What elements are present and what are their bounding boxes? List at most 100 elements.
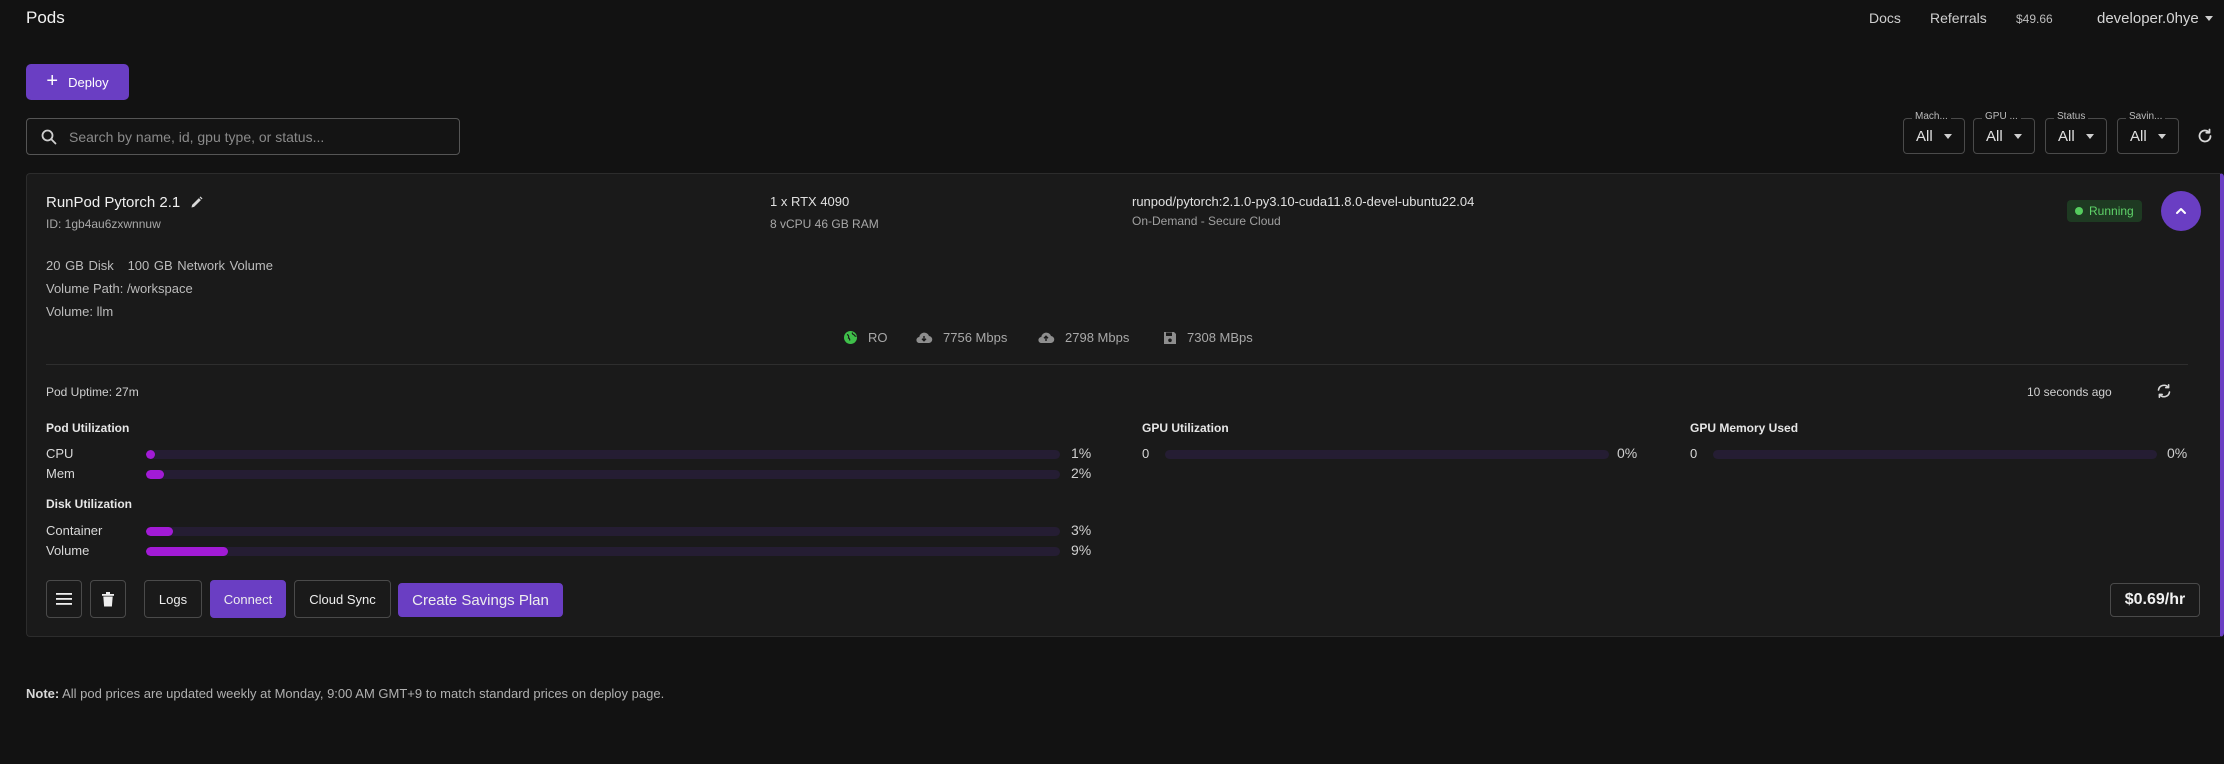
chevron-down-icon	[2086, 133, 2094, 139]
gpu-filter[interactable]: GPU ... All	[1973, 111, 2035, 154]
pricing-note: Note: All pod prices are updated weekly …	[26, 686, 664, 701]
cpu-bar-fill	[146, 450, 156, 459]
note-prefix: Note:	[26, 686, 60, 701]
gpu-type: 1 x RTX 4090	[770, 194, 850, 209]
cloud-download-icon	[916, 332, 933, 343]
cpu-percent: 1%	[1071, 445, 1092, 461]
volume-bar	[146, 547, 1060, 556]
hamburger-icon	[56, 593, 72, 605]
pod-name: RunPod Pytorch 2.1	[46, 194, 203, 211]
upload-speed-stat: 2798 Mbps	[1037, 330, 1129, 345]
user-menu[interactable]: developer.0hye	[2097, 10, 2213, 27]
volume-name: Volume: llm	[46, 304, 114, 319]
deploy-label: Deploy	[68, 74, 109, 90]
savings-filter[interactable]: Savin... All	[2117, 111, 2179, 154]
status-filter[interactable]: Status All	[2045, 111, 2107, 154]
logs-button[interactable]: Logs	[144, 580, 202, 618]
filter-value: All	[2130, 127, 2147, 145]
container-image: runpod/pytorch:2.1.0-py3.10-cuda11.8.0-d…	[1132, 194, 1475, 209]
download-speed-stat: 7756 Mbps	[915, 330, 1007, 345]
collapse-button[interactable]	[2161, 191, 2201, 231]
status-dot-icon	[2075, 207, 2083, 215]
chevron-up-icon	[2176, 208, 2186, 214]
pod-id: ID: 1gb4au6zxwnnuw	[46, 217, 161, 231]
cpu-bar	[146, 450, 1060, 459]
region-text: RO	[868, 330, 888, 345]
region-stat: RO	[843, 330, 888, 345]
download-speed-text: 7756 Mbps	[943, 330, 1008, 345]
connect-button[interactable]: Connect	[210, 580, 286, 618]
divider	[46, 364, 2188, 365]
gpu-util-percent: 0%	[1617, 445, 1638, 461]
gpu-utilization-title: GPU Utilization	[1142, 421, 1229, 435]
gpu-index-label: 0	[1142, 446, 1150, 461]
disk-info: 20 GB Disk 100 GB Network Volume	[46, 258, 273, 273]
gpu-mem-index-label: 0	[1690, 446, 1698, 461]
menu-button[interactable]	[46, 580, 82, 618]
price-per-hour: $0.69/hr	[2110, 583, 2200, 617]
page-title: Pods	[26, 8, 65, 27]
pod-uptime: Pod Uptime: 27m	[46, 385, 139, 399]
mem-label: Mem	[46, 466, 75, 481]
nav-referrals-link[interactable]: Referrals	[1930, 10, 1987, 26]
gpu-mem-percent: 0%	[2167, 445, 2188, 461]
chevron-down-icon	[1944, 133, 1952, 139]
chevron-down-icon	[2158, 133, 2166, 139]
container-percent: 3%	[1071, 522, 1092, 538]
account-balance[interactable]: $49.66	[2016, 12, 2053, 26]
disk-speed-text: 7308 MBps	[1187, 330, 1253, 345]
status-text: Running	[2089, 204, 2134, 218]
container-bar-fill	[146, 527, 174, 536]
delete-button[interactable]	[90, 580, 126, 618]
volume-bar-fill	[146, 547, 229, 556]
filter-value: All	[2058, 127, 2075, 145]
note-text: All pod prices are updated weekly at Mon…	[59, 686, 665, 701]
gpu-mem-bar	[1713, 450, 2157, 459]
pencil-icon[interactable]	[190, 196, 203, 209]
status-badge: Running	[2067, 200, 2142, 222]
filter-label: GPU ...	[1982, 111, 2021, 122]
chevron-down-icon	[2014, 133, 2022, 139]
create-savings-plan-button[interactable]: Create Savings Plan	[398, 583, 563, 617]
search-icon	[41, 129, 57, 144]
filter-label: Savin...	[2126, 111, 2166, 122]
gpu-memory-title: GPU Memory Used	[1690, 421, 1799, 435]
cpu-ram: 8 vCPU 46 GB RAM	[770, 217, 879, 231]
plus-icon: +	[46, 70, 59, 92]
trash-icon	[102, 591, 114, 606]
pod-card: RunPod Pytorch 2.1 ID: 1gb4au6zxwnnuw 1 …	[26, 173, 2224, 637]
volume-label: Volume	[46, 543, 90, 558]
disk-speed-stat: 7308 MBps	[1163, 330, 1253, 345]
filter-value: All	[1986, 127, 2003, 145]
mem-bar-fill	[146, 470, 165, 479]
deploy-button[interactable]: + Deploy	[26, 64, 129, 100]
disk-utilization-title: Disk Utilization	[46, 497, 133, 511]
nav-docs-link[interactable]: Docs	[1869, 10, 1901, 26]
container-label: Container	[46, 523, 103, 538]
last-updated: 10 seconds ago	[2027, 385, 2112, 399]
filter-label: Status	[2054, 111, 2089, 122]
sync-icon[interactable]	[2155, 382, 2173, 400]
container-bar	[146, 527, 1060, 536]
upload-speed-text: 2798 Mbps	[1065, 330, 1130, 345]
search-input[interactable]	[67, 127, 447, 146]
cloud-upload-icon	[1038, 332, 1055, 343]
gpu-util-bar	[1165, 450, 1609, 459]
pod-name-text: RunPod Pytorch 2.1	[46, 194, 181, 211]
machine-filter[interactable]: Mach... All	[1903, 111, 1965, 154]
cloud-sync-button[interactable]: Cloud Sync	[294, 580, 391, 618]
floppy-disk-icon	[1164, 331, 1176, 344]
globe-icon	[844, 331, 857, 344]
mem-percent: 2%	[1071, 465, 1092, 481]
refresh-icon[interactable]	[2196, 127, 2214, 145]
cpu-label: CPU	[46, 446, 74, 461]
filter-value: All	[1916, 127, 1933, 145]
volume-path: Volume Path: /workspace	[46, 281, 193, 296]
search-box[interactable]	[26, 118, 460, 155]
filter-label: Mach...	[1912, 111, 1951, 122]
mem-bar	[146, 470, 1060, 479]
chevron-down-icon	[2204, 16, 2213, 21]
cloud-type: On-Demand - Secure Cloud	[1132, 214, 1281, 228]
volume-percent: 9%	[1071, 542, 1092, 558]
pod-utilization-title: Pod Utilization	[46, 421, 130, 435]
